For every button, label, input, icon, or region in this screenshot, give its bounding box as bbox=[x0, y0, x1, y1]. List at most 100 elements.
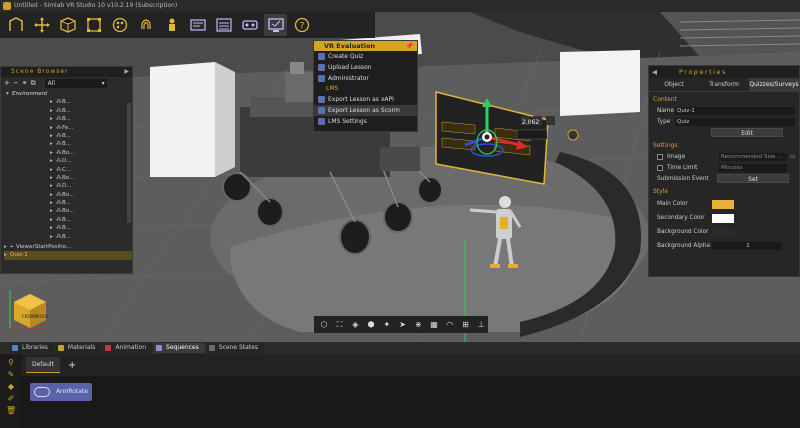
render-mode-icon[interactable]: ◈ bbox=[348, 318, 362, 331]
network-icon[interactable]: ⋇ bbox=[411, 318, 425, 331]
filter-dropdown[interactable]: All bbox=[44, 78, 107, 88]
app-window: Untitled - Simlab VR Studio 10 v10.2.19 … bbox=[0, 0, 800, 428]
tab-default[interactable]: Default bbox=[26, 357, 60, 373]
materials-icon[interactable] bbox=[108, 14, 131, 36]
search-icon[interactable]: ⚲ bbox=[6, 358, 16, 368]
display-cube-icon[interactable]: ⬢ bbox=[364, 318, 378, 331]
tree-row-viewer[interactable]: ▸ ⌖ ViewerStartPositio... bbox=[4, 243, 132, 251]
vr-headset-icon[interactable] bbox=[238, 14, 261, 36]
collapse-arrow-icon[interactable]: ◀ bbox=[652, 66, 659, 78]
tree-row[interactable]: ▸ ⁂D... bbox=[4, 157, 132, 165]
tree-row[interactable]: ▸ ⁂B... bbox=[4, 132, 132, 140]
grid-icon[interactable]: ▦ bbox=[427, 318, 441, 331]
tree-row[interactable]: ▸ ⁂B... bbox=[4, 140, 132, 148]
svg-text:RIGHT: RIGHT bbox=[35, 314, 49, 320]
delete-icon[interactable]: 🗑 bbox=[6, 406, 16, 416]
select-icon[interactable] bbox=[82, 14, 105, 36]
move-icon[interactable] bbox=[30, 14, 53, 36]
background-color-swatch[interactable] bbox=[712, 227, 734, 237]
help-icon[interactable]: ? bbox=[290, 14, 313, 36]
image-field[interactable]: Recommended Size ... bbox=[719, 152, 787, 161]
cursor-icon[interactable]: ➤ bbox=[396, 318, 410, 331]
menu-item-export-xapi[interactable]: Export Lesson as xAPI bbox=[314, 94, 417, 105]
edit-button[interactable]: Edit bbox=[711, 128, 783, 137]
tree-row[interactable]: ▸ ⁂B... bbox=[4, 199, 132, 207]
tag-icon[interactable]: ◆ bbox=[6, 382, 16, 392]
scene-browser-scrollbar[interactable] bbox=[127, 103, 131, 223]
set-button[interactable]: Set bbox=[717, 174, 789, 183]
tree-row[interactable]: ▸ ⁂B... bbox=[4, 224, 132, 232]
menu-item-lms-settings[interactable]: LMS Settings bbox=[314, 116, 417, 127]
fingerprint-icon[interactable] bbox=[134, 14, 157, 36]
menu-item-create-quiz[interactable]: Create Quiz bbox=[314, 51, 417, 62]
group-icon[interactable]: ⧉ bbox=[31, 79, 36, 88]
tree-row[interactable]: ▸ ⁂Bo... bbox=[4, 191, 132, 199]
tree-row-selected[interactable]: ▸ Quiz-1 bbox=[4, 251, 132, 260]
time-limit-dropdown[interactable]: Minutes bbox=[719, 163, 787, 172]
gizmo-value[interactable]: 2.062 bbox=[522, 119, 539, 126]
edit-icon[interactable]: ✎ bbox=[6, 370, 16, 380]
tree-row[interactable]: ▸ ⁂B... bbox=[4, 107, 132, 115]
tree-row[interactable]: ▸ ⁂B... bbox=[4, 115, 132, 123]
tree-row[interactable]: ▸ ⁂Bo... bbox=[4, 207, 132, 215]
ground-icon[interactable]: ⊥ bbox=[474, 318, 488, 331]
menu-item-upload-lesson[interactable]: Upload Lesson bbox=[314, 62, 417, 73]
pencil-icon[interactable]: ✐ bbox=[6, 394, 16, 404]
background-alpha-stepper[interactable]: 1 bbox=[712, 242, 782, 250]
tab-materials[interactable]: Materials bbox=[55, 343, 102, 353]
link-icon[interactable]: ⚭ bbox=[22, 79, 28, 87]
tree-row[interactable]: ▸ ⁂Bo... bbox=[4, 174, 132, 182]
type-label: Type bbox=[657, 118, 671, 125]
image-checkbox[interactable] bbox=[657, 153, 663, 160]
tab-object[interactable]: Object bbox=[649, 78, 699, 91]
materials-tab-icon bbox=[57, 345, 64, 351]
collapse-arrow-icon[interactable]: ▶ bbox=[124, 67, 130, 77]
folder-icon[interactable]: ▭ bbox=[790, 154, 795, 160]
tree-row[interactable]: ▸ ⁂C... bbox=[4, 166, 132, 174]
menu-item-export-scorm[interactable]: Export Lesson as Scorm bbox=[314, 105, 417, 116]
import-icon[interactable] bbox=[4, 14, 27, 36]
tree-row[interactable]: ▸ ⁂B... bbox=[4, 233, 132, 241]
tab-quizzes-surveys[interactable]: Quizzes/Surveys bbox=[749, 78, 799, 91]
tree-row[interactable]: ▸ ⁂D... bbox=[4, 182, 132, 190]
name-field[interactable]: Quiz-1 bbox=[675, 106, 795, 115]
tab-animation[interactable]: Animation bbox=[103, 343, 153, 353]
sequence-item[interactable]: ArmRotate bbox=[30, 383, 92, 401]
tree-row-environment[interactable]: ▾ Environment bbox=[4, 90, 132, 98]
view-cube-icon[interactable]: ⬡ bbox=[317, 318, 331, 331]
navigation-cube[interactable]: FRONT RIGHT bbox=[8, 288, 52, 332]
type-dropdown[interactable]: Quiz bbox=[675, 117, 795, 126]
add-sequence-tab-button[interactable]: + bbox=[68, 360, 76, 371]
tree-row[interactable]: ▸ ⁂Bo... bbox=[4, 149, 132, 157]
tree-row[interactable]: ▸ ⁂B... bbox=[4, 98, 132, 106]
time-limit-checkbox[interactable] bbox=[657, 164, 663, 171]
sequences-panel: Default + ArmRotate bbox=[22, 354, 800, 428]
tab-transform[interactable]: Transform bbox=[699, 78, 749, 91]
avatar-icon[interactable] bbox=[160, 14, 183, 36]
timeline-icon[interactable] bbox=[186, 14, 209, 36]
tree-row[interactable]: ▸ ⁂Fe... bbox=[4, 124, 132, 132]
grid-snap-icon[interactable]: ⊞ bbox=[459, 318, 473, 331]
properties-tabs: Object Transform Quizzes/Surveys bbox=[649, 78, 799, 92]
menu-item-administrator[interactable]: Administrator bbox=[314, 73, 417, 84]
tab-sequences[interactable]: Sequences bbox=[154, 343, 205, 353]
secondary-color-swatch[interactable] bbox=[712, 213, 734, 223]
scene-tree: ▾ Environment ▸ ⁂B... ▸ ⁂B... ▸ ⁂B... ▸ ⁂Fe... ▸ ⁂… bbox=[1, 89, 132, 271]
vr-evaluation-icon[interactable] bbox=[264, 14, 287, 36]
main-color-label: Main Color bbox=[657, 201, 688, 207]
tree-row[interactable]: ▸ ⁂B... bbox=[4, 216, 132, 224]
cube-icon[interactable] bbox=[56, 14, 79, 36]
tree-label: B... bbox=[62, 99, 72, 106]
main-color-swatch[interactable] bbox=[712, 199, 734, 209]
background-alpha-label: Background Alpha bbox=[657, 243, 710, 249]
tab-libraries[interactable]: Libraries bbox=[10, 343, 54, 353]
wifi-icon[interactable]: ◠ bbox=[443, 318, 457, 331]
list-icon[interactable] bbox=[212, 14, 235, 36]
light-icon[interactable]: ✦ bbox=[380, 318, 394, 331]
pin-icon[interactable]: 📌 bbox=[405, 41, 414, 51]
remove-icon[interactable]: − bbox=[13, 79, 19, 87]
xapi-icon bbox=[318, 96, 325, 103]
tab-scene-states[interactable]: Scene States bbox=[206, 343, 264, 353]
frame-icon[interactable]: ⛶ bbox=[333, 318, 347, 331]
add-icon[interactable]: + bbox=[4, 79, 10, 87]
